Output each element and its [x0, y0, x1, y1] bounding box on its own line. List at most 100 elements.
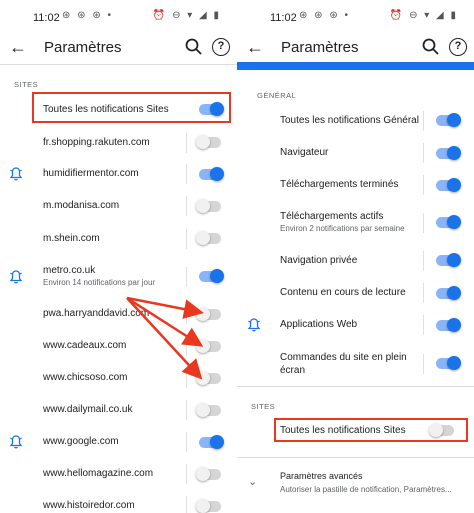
- row-separator: [186, 132, 187, 153]
- row-label: Téléchargements actifs: [280, 210, 384, 222]
- row-label: fr.shopping.rakuten.com: [43, 136, 150, 148]
- help-icon[interactable]: ?: [212, 38, 230, 56]
- row-separator: [423, 212, 424, 233]
- notification-toggle[interactable]: [196, 198, 221, 213]
- back-arrow-icon[interactable]: ←: [8, 36, 28, 58]
- setting-row[interactable]: metro.co.uk Environ 14 notifications par …: [0, 255, 237, 298]
- row-separator: [186, 368, 187, 388]
- notification-toggle[interactable]: [196, 370, 221, 385]
- notification-toggle[interactable]: [436, 317, 461, 332]
- status-bar: 11:02 ⊛ ⊛ ⊛ • ⏰ ⊖ ▾ ◢ ▮: [237, 0, 474, 34]
- row-separator: [186, 164, 187, 184]
- notification-toggle[interactable]: [196, 135, 221, 149]
- setting-row[interactable]: www.histoiredor.com: [0, 490, 237, 513]
- notification-toggle[interactable]: [199, 269, 224, 283]
- row-label: Commandes du site en plein: [280, 351, 407, 363]
- toolbar-divider: [0, 64, 237, 65]
- setting-row[interactable]: Applications Web: [237, 309, 474, 341]
- back-arrow-icon[interactable]: ←: [245, 36, 265, 58]
- status-bar: 11:02 ⊛ ⊛ ⊛ • ⏰ ⊖ ▾ ◢ ▮: [0, 0, 237, 34]
- notification-bell-icon: [9, 166, 23, 182]
- section-sites: SITES: [251, 402, 276, 411]
- help-icon[interactable]: ?: [449, 38, 467, 56]
- setting-row[interactable]: www.google.com: [0, 426, 237, 458]
- row-label: www.cadeaux.com: [43, 340, 127, 351]
- system-icons: ⏰ ⊖ ▾ ◢ ▮: [152, 10, 221, 21]
- row-label: pwa.harryanddavid.com: [43, 308, 150, 319]
- notification-toggle[interactable]: [196, 338, 221, 353]
- setting-row[interactable]: m.modanisa.com: [0, 190, 237, 222]
- row-separator: [423, 353, 424, 374]
- row-label: Applications Web: [280, 319, 358, 330]
- notification-toggle[interactable]: [436, 215, 461, 229]
- setting-row[interactable]: Navigateur: [237, 137, 474, 169]
- notification-toggle[interactable]: [436, 253, 461, 267]
- setting-row[interactable]: Téléchargements terminés: [237, 169, 474, 201]
- notification-bell-icon: [247, 317, 261, 333]
- row-separator: [186, 304, 187, 324]
- section-divider: [237, 386, 474, 387]
- row-separator: [186, 464, 187, 484]
- row-label: www.google.com: [43, 436, 119, 447]
- row-separator: [423, 250, 424, 271]
- setting-row[interactable]: www.hellomagazine.com: [0, 458, 237, 490]
- setting-row[interactable]: m.shein.com: [0, 222, 237, 255]
- advanced-label: Paramètres avancés: [280, 471, 363, 481]
- row-separator: [423, 315, 424, 335]
- toolbar: ← Paramètres ?: [237, 34, 474, 64]
- setting-row[interactable]: www.dailymail.co.uk: [0, 394, 237, 426]
- notification-icons: ⊛ ⊛ ⊛ •: [299, 10, 350, 21]
- notification-toggle[interactable]: [199, 434, 224, 449]
- notification-toggle[interactable]: [196, 306, 221, 321]
- notification-bell-icon: [9, 269, 23, 285]
- setting-row[interactable]: humidifiermentor.com: [0, 158, 237, 190]
- page-title: Paramètres: [44, 39, 122, 56]
- row-separator: [423, 110, 424, 131]
- setting-row[interactable]: pwa.harryanddavid.com: [0, 298, 237, 330]
- notification-toggle[interactable]: [436, 285, 461, 300]
- setting-row[interactable]: Téléchargements actifs Environ 2 notifica…: [237, 201, 474, 244]
- setting-row[interactable]: Contenu en cours de lecture: [237, 277, 474, 309]
- setting-row[interactable]: Commandes du site en plein écran: [237, 341, 474, 386]
- row-label: Toutes les notifications Général: [280, 114, 419, 126]
- notification-toggle[interactable]: [436, 145, 461, 160]
- toolbar: ← Paramètres ?: [0, 34, 237, 64]
- row-separator: [186, 432, 187, 452]
- row-label: Contenu en cours de lecture: [280, 287, 406, 298]
- advanced-settings-row[interactable]: ⌄ Paramètres avancés Autoriser la pastil…: [237, 465, 474, 501]
- notification-toggle[interactable]: [196, 498, 221, 513]
- row-separator: [186, 266, 187, 287]
- section-general: GÉNÉRAL: [257, 91, 297, 100]
- notification-toggle[interactable]: [196, 402, 221, 417]
- row-separator: [423, 283, 424, 303]
- notification-toggle[interactable]: [196, 466, 221, 481]
- scroll-edge-bar: [237, 62, 474, 70]
- row-label: Navigateur: [280, 147, 329, 158]
- row-label: Téléchargements terminés: [280, 179, 399, 190]
- section-sites: SITES: [14, 80, 39, 89]
- setting-row[interactable]: Navigation privée: [237, 244, 474, 277]
- row-separator: [186, 336, 187, 356]
- notification-toggle[interactable]: [436, 177, 461, 192]
- row-sublabel: Environ 14 notifications par jour: [43, 277, 156, 287]
- notification-icons: ⊛ ⊛ ⊛ •: [62, 10, 113, 21]
- row-separator: [423, 143, 424, 163]
- notification-toggle[interactable]: [436, 113, 461, 127]
- setting-row[interactable]: www.chicsoso.com: [0, 362, 237, 394]
- row-label: www.histoiredor.com: [43, 500, 135, 511]
- notification-bell-icon: [9, 434, 23, 450]
- section-divider-2: [237, 457, 474, 458]
- row-label-line2: écran: [280, 364, 306, 376]
- status-time: 11:02: [270, 12, 297, 24]
- search-icon[interactable]: [183, 36, 205, 58]
- page-title: Paramètres: [281, 39, 359, 56]
- search-icon[interactable]: [420, 36, 442, 58]
- notification-toggle[interactable]: [196, 231, 221, 245]
- setting-row[interactable]: www.cadeaux.com: [0, 330, 237, 362]
- setting-row[interactable]: Toutes les notifications Général: [237, 104, 474, 137]
- row-separator: [186, 228, 187, 249]
- notification-toggle[interactable]: [199, 166, 224, 181]
- setting-row[interactable]: fr.shopping.rakuten.com: [0, 127, 237, 158]
- row-sublabel: Environ 2 notifications par semaine: [280, 223, 405, 233]
- notification-toggle[interactable]: [436, 356, 461, 370]
